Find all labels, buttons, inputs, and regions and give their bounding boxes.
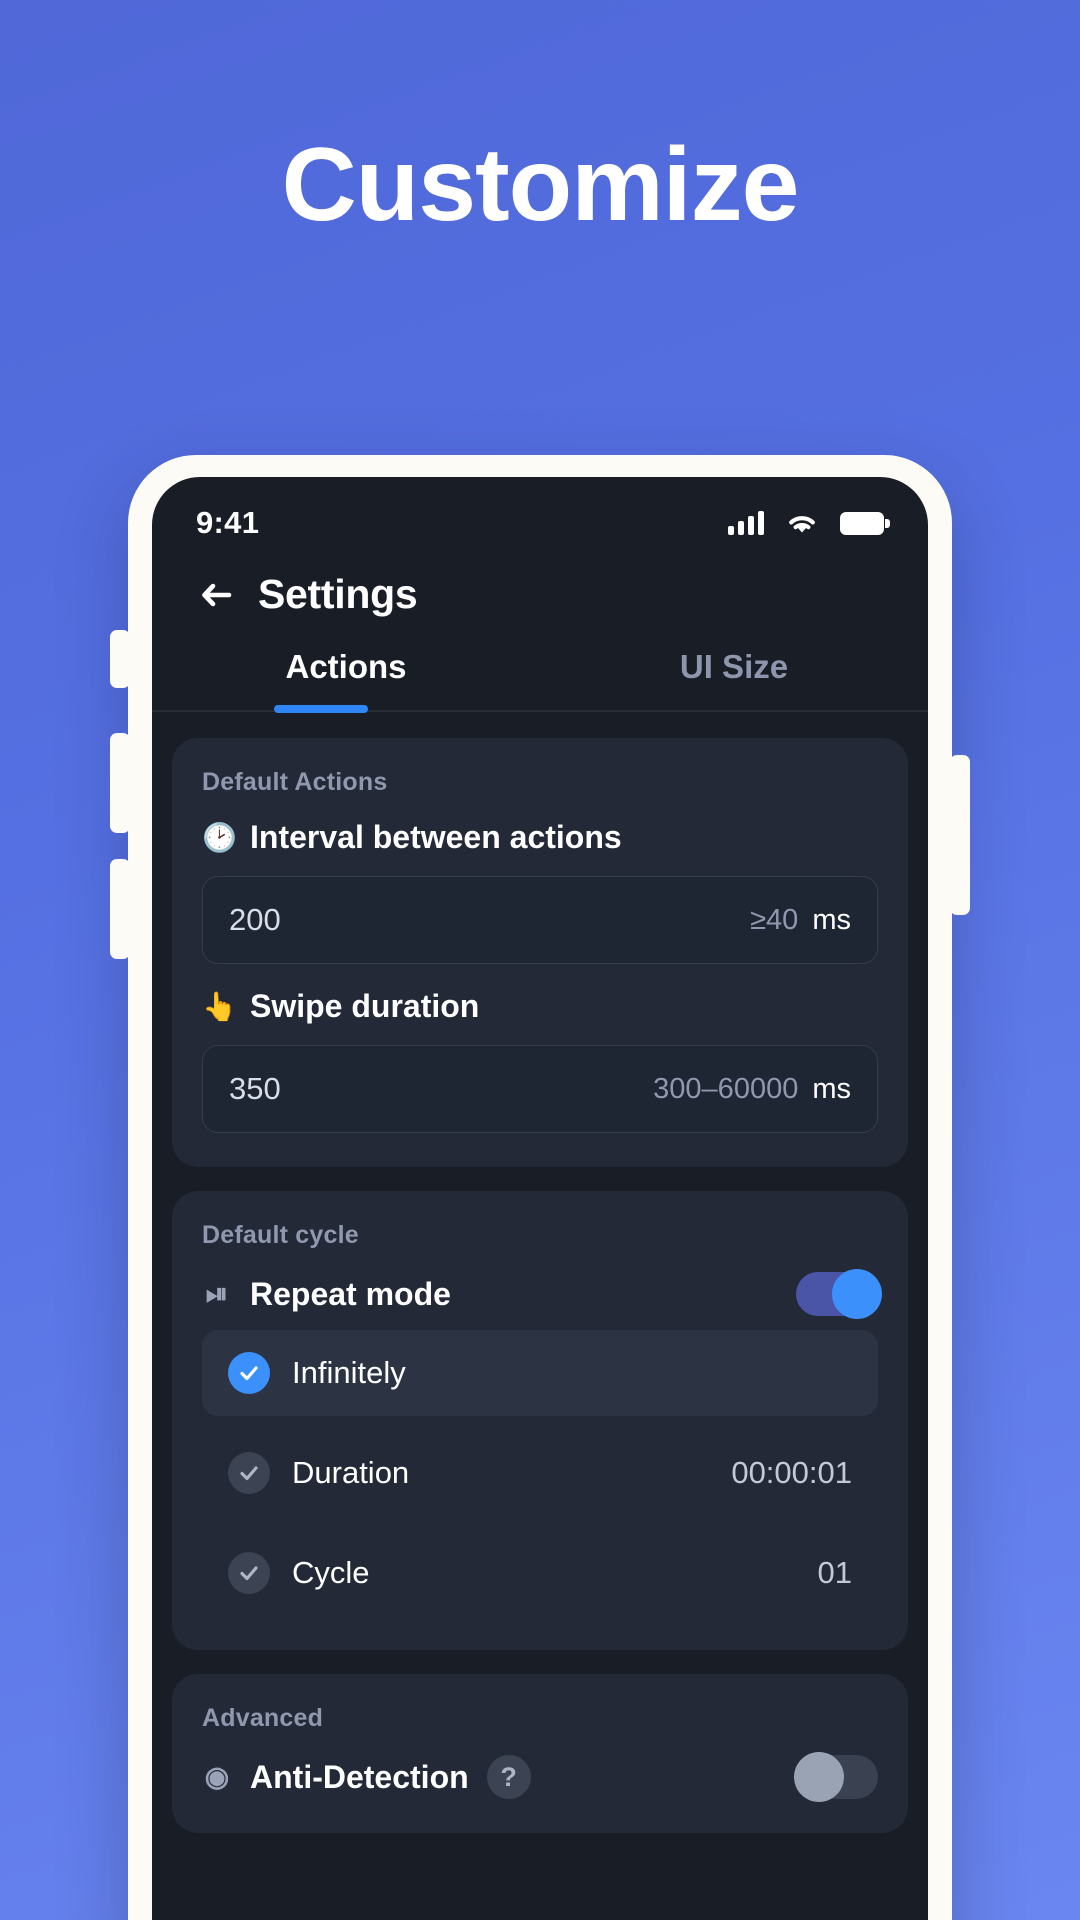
wifi-icon [786,511,818,535]
hero-banner: Customize [0,0,1080,370]
card-default-actions: Default Actions 🕑 Interval between actio… [172,738,908,1167]
card-label-advanced: Advanced [202,1704,324,1732]
anti-detection-label: Anti-Detection [250,1758,469,1795]
help-icon[interactable]: ? [486,1755,531,1799]
toggle-knob [794,1752,844,1802]
check-icon [228,1352,270,1394]
card-advanced: Advanced ◉ Anti-Detection ? [172,1674,908,1833]
anti-detection-toggle[interactable] [794,1752,878,1802]
option-infinitely[interactable]: Infinitely [202,1330,878,1416]
app-header: Settings [152,555,928,622]
tab-ui-size[interactable]: UI Size [540,648,928,710]
swipe-hand-icon: 👆 [202,990,237,1022]
repeat-mode-row: ⏯ Repeat mode [202,1269,882,1319]
option-value: 00:00:01 [731,1455,852,1490]
interval-unit: ms [812,903,851,936]
option-label: Cycle [292,1555,370,1590]
phone-power-button[interactable] [950,755,970,915]
swipe-label: Swipe duration [250,988,480,1024]
interval-suffix: ≥40 ms [750,904,851,937]
interval-value: 200 [229,902,281,937]
option-duration[interactable]: Duration 00:00:01 [202,1430,878,1516]
status-icons [728,511,890,535]
status-time: 9:41 [196,505,260,540]
battery-icon [840,511,890,535]
swipe-input[interactable]: 350 300–60000 ms [202,1045,878,1133]
arrow-left-icon[interactable] [196,575,236,615]
interval-row-title: 🕑 Interval between actions [202,819,878,856]
screen-title: Settings [258,571,418,617]
option-label: Infinitely [292,1355,406,1390]
swipe-suffix: 300–60000 ms [653,1073,851,1106]
page-title: Customize [281,127,800,243]
tab-bar: Actions UI Size [152,648,928,713]
repeat-mode-label: Repeat mode [250,1275,451,1312]
tab-actions[interactable]: Actions [152,648,540,710]
repeat-icon: ⏯ [205,1278,229,1309]
swipe-row-title: 👆 Swipe duration [202,988,878,1025]
tab-active-indicator [274,705,368,713]
phone-volume-down-button[interactable] [110,859,130,959]
option-label: Duration [292,1455,410,1490]
option-cycle[interactable]: Cycle 01 [202,1530,878,1616]
swipe-value: 350 [229,1071,281,1106]
card-label-default-actions: Default Actions [202,768,388,796]
check-icon [228,1552,270,1594]
card-label-default-cycle: Default cycle [202,1221,359,1249]
signal-icon [728,511,764,535]
phone-screen: 9:41 Settings Actions UI Size Default Ac… [152,477,928,1920]
toggle-knob [832,1269,882,1319]
check-icon [228,1452,270,1494]
settings-content: Default Actions 🕑 Interval between actio… [152,712,928,1833]
interval-input[interactable]: 200 ≥40 ms [202,876,878,964]
anti-detection-title: ◉ Anti-Detection ? [202,1755,531,1799]
clock-icon: 🕑 [202,821,237,853]
repeat-mode-toggle[interactable] [796,1269,882,1319]
phone-mockup: 9:41 Settings Actions UI Size Default Ac… [110,455,970,1920]
option-value: 01 [817,1555,852,1590]
phone-volume-up-button[interactable] [110,733,130,833]
phone-mute-button[interactable] [110,630,130,688]
swipe-range: 300–60000 [653,1072,799,1105]
interval-range: ≥40 [750,903,799,936]
status-bar: 9:41 [152,477,928,555]
anti-detection-row: ◉ Anti-Detection ? [202,1752,878,1802]
interval-label: Interval between actions [250,819,622,855]
target-icon: ◉ [204,1761,230,1792]
card-default-cycle: Default cycle ⏯ Repeat mode Infinitely D… [172,1191,908,1650]
repeat-mode-title: ⏯ Repeat mode [202,1276,451,1313]
swipe-unit: ms [812,1072,851,1105]
